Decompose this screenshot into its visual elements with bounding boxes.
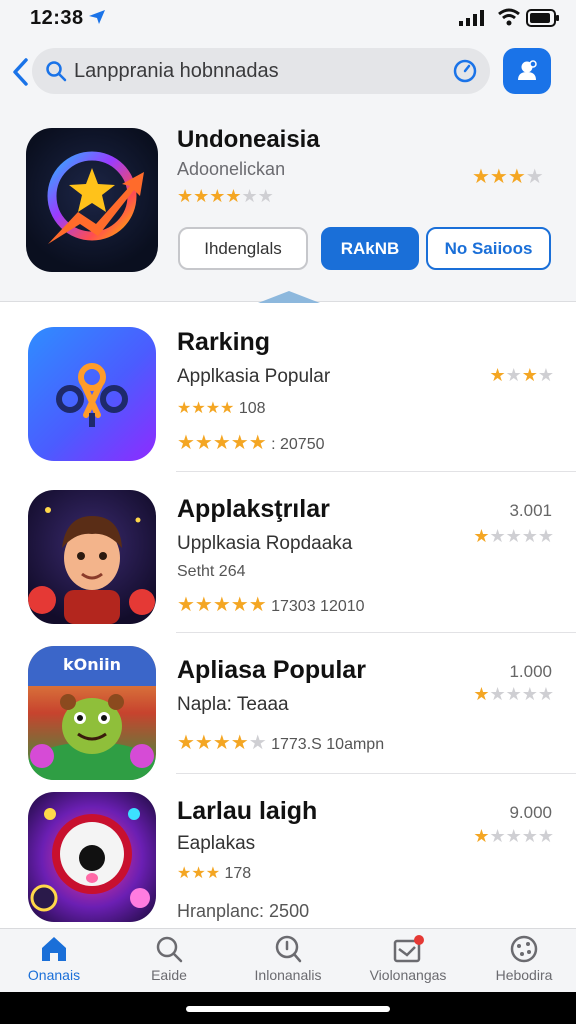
search-bar[interactable] <box>32 48 490 94</box>
tab-info[interactable]: Inlonanalis <box>238 935 338 991</box>
tab-search[interactable]: Eaide <box>119 935 219 991</box>
featured-app-title: Undoneaisia <box>177 126 320 153</box>
rating-stars-large: ★★★★ <box>177 732 249 754</box>
monster-character-icon: kOniin <box>28 646 156 780</box>
app-icon: kOniin <box>28 646 156 780</box>
location-arrow-icon <box>89 10 105 24</box>
back-button[interactable] <box>8 54 32 90</box>
item-stats: ★★★★★ 17303 12010 <box>177 592 365 617</box>
list-item[interactable]: Applaksţrılar Upplkasia Ropdaaka Setht 2… <box>0 473 576 633</box>
info-search-icon <box>275 935 302 963</box>
item-meta: ★★★★ 108 <box>177 398 266 418</box>
item-meta: ★★★ 178 <box>177 863 251 883</box>
tab-label: Onanais <box>27 967 81 983</box>
app-icon <box>28 792 156 922</box>
dog-face-icon <box>30 808 150 912</box>
item-title: Applaksţrılar <box>177 495 330 523</box>
joystick-cluster-icon <box>56 363 128 427</box>
tab-settings[interactable]: Hebodira <box>474 935 574 991</box>
list-item[interactable]: Rarking Applkasia Popular ★★★★ 108 ★★★★★… <box>0 310 576 472</box>
item-subtitle: Napla: Teaaa <box>177 694 289 715</box>
tab-home[interactable]: Onanais <box>4 935 104 991</box>
ranking-button[interactable]: RAkNB <box>321 227 419 270</box>
item-subtitle: Applkasia Popular <box>177 366 331 387</box>
tab-label: Hebodira <box>495 967 553 983</box>
right-rating-stars: ★★★★★ <box>473 684 554 704</box>
clock-icon[interactable] <box>452 58 478 84</box>
featured-right-rating-stars: ★★★★ <box>472 166 544 188</box>
item-review-count: 108 <box>238 400 266 417</box>
list-item[interactable]: Larlau laigh Eaplakas ★★★ 178 Hranplanc:… <box>0 775 576 925</box>
featured-app-icon[interactable] <box>26 128 158 272</box>
item-subtitle: Eaplakas <box>177 833 256 854</box>
home-icon <box>42 937 66 961</box>
item-stats: ★★★★★ 1773.S 10ampn <box>177 732 385 754</box>
home-indicator-area <box>0 992 576 1024</box>
divider <box>176 773 576 774</box>
item-right-count: 3.001 <box>509 501 552 520</box>
top-section: Undoneaisia Adoonelickan ★★★★★★ ★★★★ Ihd… <box>0 38 576 302</box>
featured-rating-stars: ★★★★★★ <box>177 186 274 206</box>
item-stats: ★★★★★ : 20750 <box>177 430 325 455</box>
list-item[interactable]: kOniin Apliasa Popular Napla: Teaaa ★★★★… <box>0 634 576 780</box>
tab-inbox[interactable]: Violonangas <box>358 935 458 991</box>
battery-icon <box>526 9 559 27</box>
status-bar: 12:38 <box>0 0 576 38</box>
item-meta: Setht 264 <box>177 563 246 580</box>
item-right-count: 1.000 <box>509 662 552 681</box>
details-button[interactable]: Ihdenglals <box>178 227 308 270</box>
cellular-signal-icon <box>459 10 484 26</box>
rating-stars-large: ★★★★★ <box>177 594 267 616</box>
settings-icon <box>510 935 538 963</box>
section-pointer <box>258 291 320 303</box>
item-title: Rarking <box>177 328 271 356</box>
account-icon <box>518 60 537 80</box>
chevron-left-icon <box>13 58 28 86</box>
services-button[interactable]: No Saiioos <box>426 227 551 270</box>
right-rating-stars: ★★★★★ <box>473 826 554 846</box>
item-downloads: 17303 12010 <box>271 598 365 615</box>
search-icon <box>46 61 67 82</box>
home-indicator[interactable] <box>186 1006 390 1012</box>
svg-text:kOniin: kOniin <box>63 655 121 674</box>
divider <box>176 632 576 633</box>
app-icon <box>28 490 156 624</box>
right-rating-stars: ★★★★★ <box>473 526 554 546</box>
item-review-count: 178 <box>224 865 252 882</box>
status-time: 12:38 <box>30 7 84 29</box>
star-arrow-logo-icon <box>47 151 144 244</box>
search-input[interactable] <box>74 48 434 94</box>
item-stats: Hranplanc: 2500 <box>177 901 310 921</box>
profile-button[interactable] <box>503 48 551 94</box>
rating-stars: ★★★★ <box>177 400 235 417</box>
rating-stars-large: ★★★★★ <box>177 432 267 454</box>
featured-app-subtitle: Adoonelickan <box>177 159 286 179</box>
app-icon <box>28 327 156 461</box>
item-subtitle: Upplkasia Ropdaaka <box>177 533 353 554</box>
tab-label: Eaide <box>151 967 187 983</box>
right-rating-stars: ★★★★ <box>489 365 554 385</box>
tab-label: Violonangas <box>369 967 447 983</box>
wifi-icon <box>498 8 520 26</box>
search-icon <box>156 936 183 963</box>
inbox-icon <box>393 935 424 963</box>
item-right-count: 9.000 <box>509 803 552 822</box>
item-downloads: : 20750 <box>271 436 325 453</box>
character-portrait-icon <box>28 507 155 624</box>
item-title: Apliasa Popular <box>177 656 366 684</box>
tab-bar: Onanais Eaide Inlonanalis Violonangas He… <box>0 928 576 992</box>
divider <box>176 471 576 472</box>
tab-label: Inlonanalis <box>254 967 322 983</box>
rating-stars: ★★★ <box>177 865 221 882</box>
item-title: Larlau laigh <box>177 797 318 825</box>
item-downloads: 1773.S 10ampn <box>271 736 385 753</box>
